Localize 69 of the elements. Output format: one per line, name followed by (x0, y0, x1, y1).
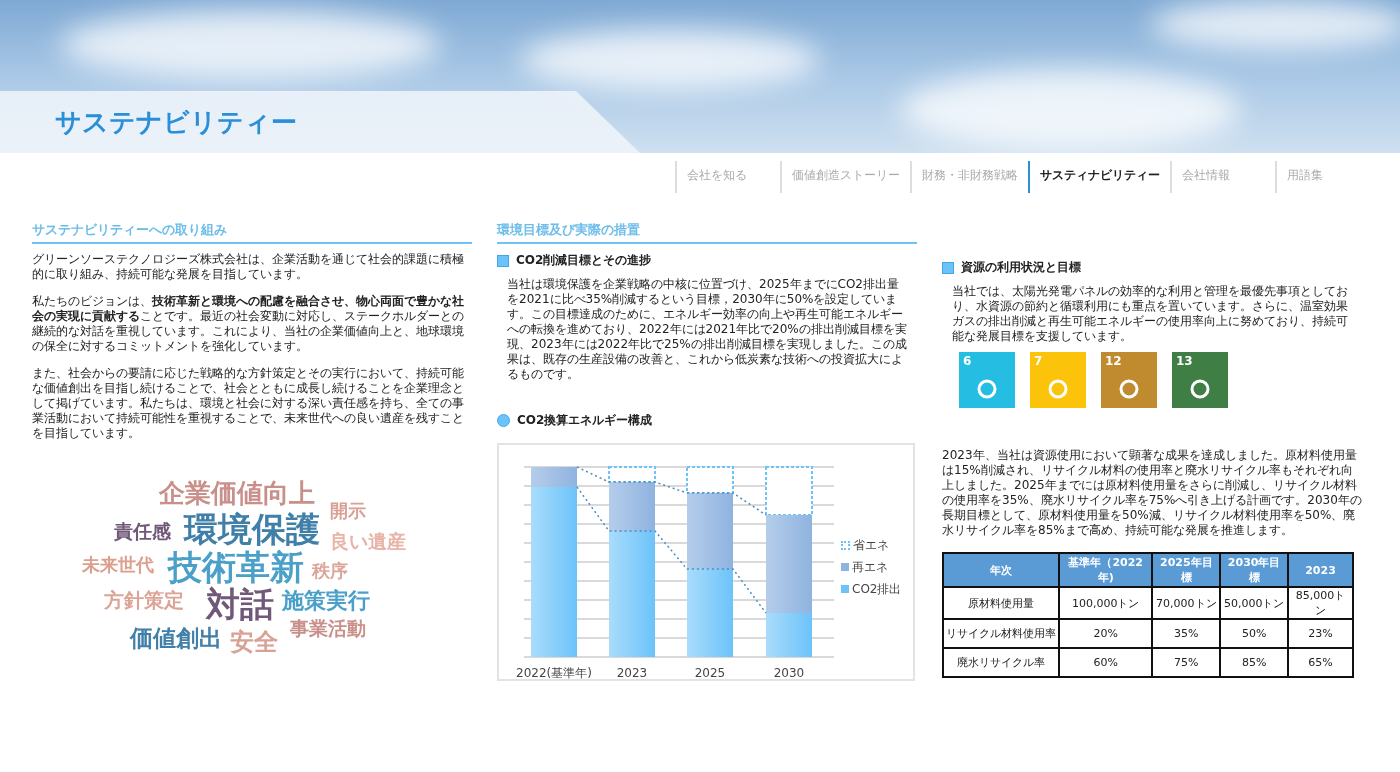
word-cloud-word: 事業活動 (290, 618, 366, 639)
legend-label: CO2排出 (852, 580, 902, 598)
paragraph: また、社会からの要請に応じた戦略的な方針策定とその実行において、持続可能な価値創出を目指し続けることで、社会とともに成長し続けることを企業理念として掲げています。私たちは、環境と社会に対する深い責任感を持ち、全ての事業活動において持続可能性を重視することで、未来世代への良い遺産を残すことを目指しています。 (32, 366, 465, 441)
section-heading: サステナビリティーへの取り組み (32, 221, 472, 244)
table-cell: 23% (1288, 619, 1353, 648)
table-cell: 85% (1220, 648, 1289, 677)
table-cell: 50% (1220, 619, 1289, 648)
subsection-title: CO2削減目標とその進捗 (516, 252, 652, 269)
table-cell: 75% (1152, 648, 1221, 677)
word-cloud-word: 環境保護 (184, 511, 320, 549)
legend-swatch-icon (841, 540, 850, 550)
table-cell: 35% (1152, 619, 1221, 648)
circle-bullet-icon (497, 414, 510, 427)
nav-tab[interactable]: 価値創造ストーリー (780, 161, 910, 193)
table-header: 年次 (943, 553, 1059, 587)
paragraph: 当社では、太陽光発電パネルの効率的な利用と管理を最優先事項としており、水資源の節約と循環利用にも重点を置いています。さらに、温室効果ガスの排出削減と再生可能エネルギーの使用率向上に努めており、持続可能な発展目標を支援しています。 (951, 284, 1349, 344)
table-cell: 20% (1059, 619, 1153, 648)
nav-tab[interactable]: 用語集 (1275, 161, 1380, 193)
goal-tile: 13 (1172, 352, 1228, 408)
word-cloud-word: 責任感 (114, 521, 171, 542)
table-cell: 85,000トン (1288, 587, 1353, 619)
word-cloud-word: 対話 (206, 586, 274, 624)
table-cell: 60% (1059, 648, 1153, 677)
table-cell: 100,000トン (1059, 587, 1153, 619)
goal-tile: 6 (959, 352, 1015, 408)
word-cloud-word: 秩序 (312, 561, 348, 581)
word-cloud-word: 施策実行 (282, 589, 370, 614)
legend-label: 再エネ (852, 558, 888, 576)
axis-label: 2023 (616, 666, 648, 680)
table-cell: 70,000トン (1152, 587, 1221, 619)
table-cell: 廃水リサイクル率 (943, 648, 1059, 677)
section-heading: 環境目標及び実際の措置 (497, 221, 917, 244)
square-bullet-icon (942, 261, 954, 274)
table-header: 2030年目標 (1220, 553, 1289, 587)
table-cell: リサイクル材料使用率 (943, 619, 1059, 648)
axis-label: 2022(基準年) (516, 666, 592, 680)
paragraph: 2023年、当社は資源使用において顕著な成果を達成しました。原材料使用量は15%削減され、リサイクル材料の使用率と廃水リサイクル率もそれぞれ向上しました。2025年までには原材料使用量をさらに削減し、リサイクル材料の使用率を35%、廃水リサイクル率を75%へ引き上げる計画です。2030年の長期目標として、原材料使用量を50%減、リサイクル材料使用率を50%、廃水リサイクル率を85%まで高め、持続可能な発展を推進します。 (942, 448, 1362, 538)
chart-title: CO2換算エネルギー構成 (517, 412, 653, 429)
table-cell: 65% (1288, 648, 1353, 677)
table-header: 2023 (1288, 553, 1353, 587)
word-cloud-word: 開示 (330, 501, 366, 521)
paragraph: 私たちのビジョンは、技術革新と環境への配慮を融合させ、物心両面で豊かな社会の実現に貢献することです。最近の社会変動に対応し、ステークホルダーとの継続的な対話を重視しています。これにより、当社の企業価値向上と、地球環境の保全に対するコミットメントを強化しています。 (32, 294, 465, 354)
legend-swatch-icon (841, 563, 849, 571)
word-cloud-word: 未来世代 (82, 555, 154, 575)
square-bullet-icon (497, 254, 509, 267)
nav-tab[interactable]: 会社を知る (675, 161, 780, 193)
legend-swatch-icon (841, 585, 849, 593)
nav-tab[interactable]: 会社情報 (1170, 161, 1275, 193)
table-cell: 原材料使用量 (943, 587, 1059, 619)
nav-tab[interactable]: 財務・非財務戦略 (910, 161, 1028, 193)
goal-tile: 12 (1101, 352, 1157, 408)
table-cell: 50,000トン (1220, 587, 1289, 619)
word-cloud-word: 安全 (230, 629, 278, 656)
table-header: 2025年目標 (1152, 553, 1221, 587)
legend-label: 省エネ (853, 536, 889, 554)
word-cloud-word: 技術革新 (168, 549, 304, 587)
paragraph: グリーンソーステクノロジーズ株式会社は、企業活動を通じて社会的課題に積極的に取り組み、持続可能な発展を目指しています。 (32, 252, 465, 282)
word-cloud-word: 良い遺産 (330, 531, 406, 552)
paragraph: 当社は環境保護を企業戦略の中核に位置づけ、2025年までにCO2排出量を2021に比べ35%削減するという目標，2030年に50%を設定しています。この目標達成のために、エネルギー効率の向上や再生可能エネルギーへの転換を進めており、2022年には2021年比で20%の排出削減目標を実現、2023年には2022年比で25%の排出削減目標を実現しました。この成果は、既存の生産設備の改善と、これから低炭素な技術への投資拡大によるものです。 (506, 277, 907, 382)
axis-label: 2025 (694, 666, 726, 680)
word-cloud-word: 価値創出 (130, 626, 222, 652)
table-header: 基準年（2022年) (1059, 553, 1153, 587)
goal-tile: 7 (1030, 352, 1086, 408)
subsection-title: 資源の利用状況と目標 (961, 259, 1081, 276)
nav-tab[interactable]: サスティナビリティー (1028, 161, 1170, 193)
axis-label: 2030 (773, 666, 805, 680)
word-cloud-word: 方針策定 (104, 589, 184, 611)
page-title: サステナビリティー (55, 105, 297, 139)
word-cloud-word: 企業価値向上 (159, 479, 315, 508)
